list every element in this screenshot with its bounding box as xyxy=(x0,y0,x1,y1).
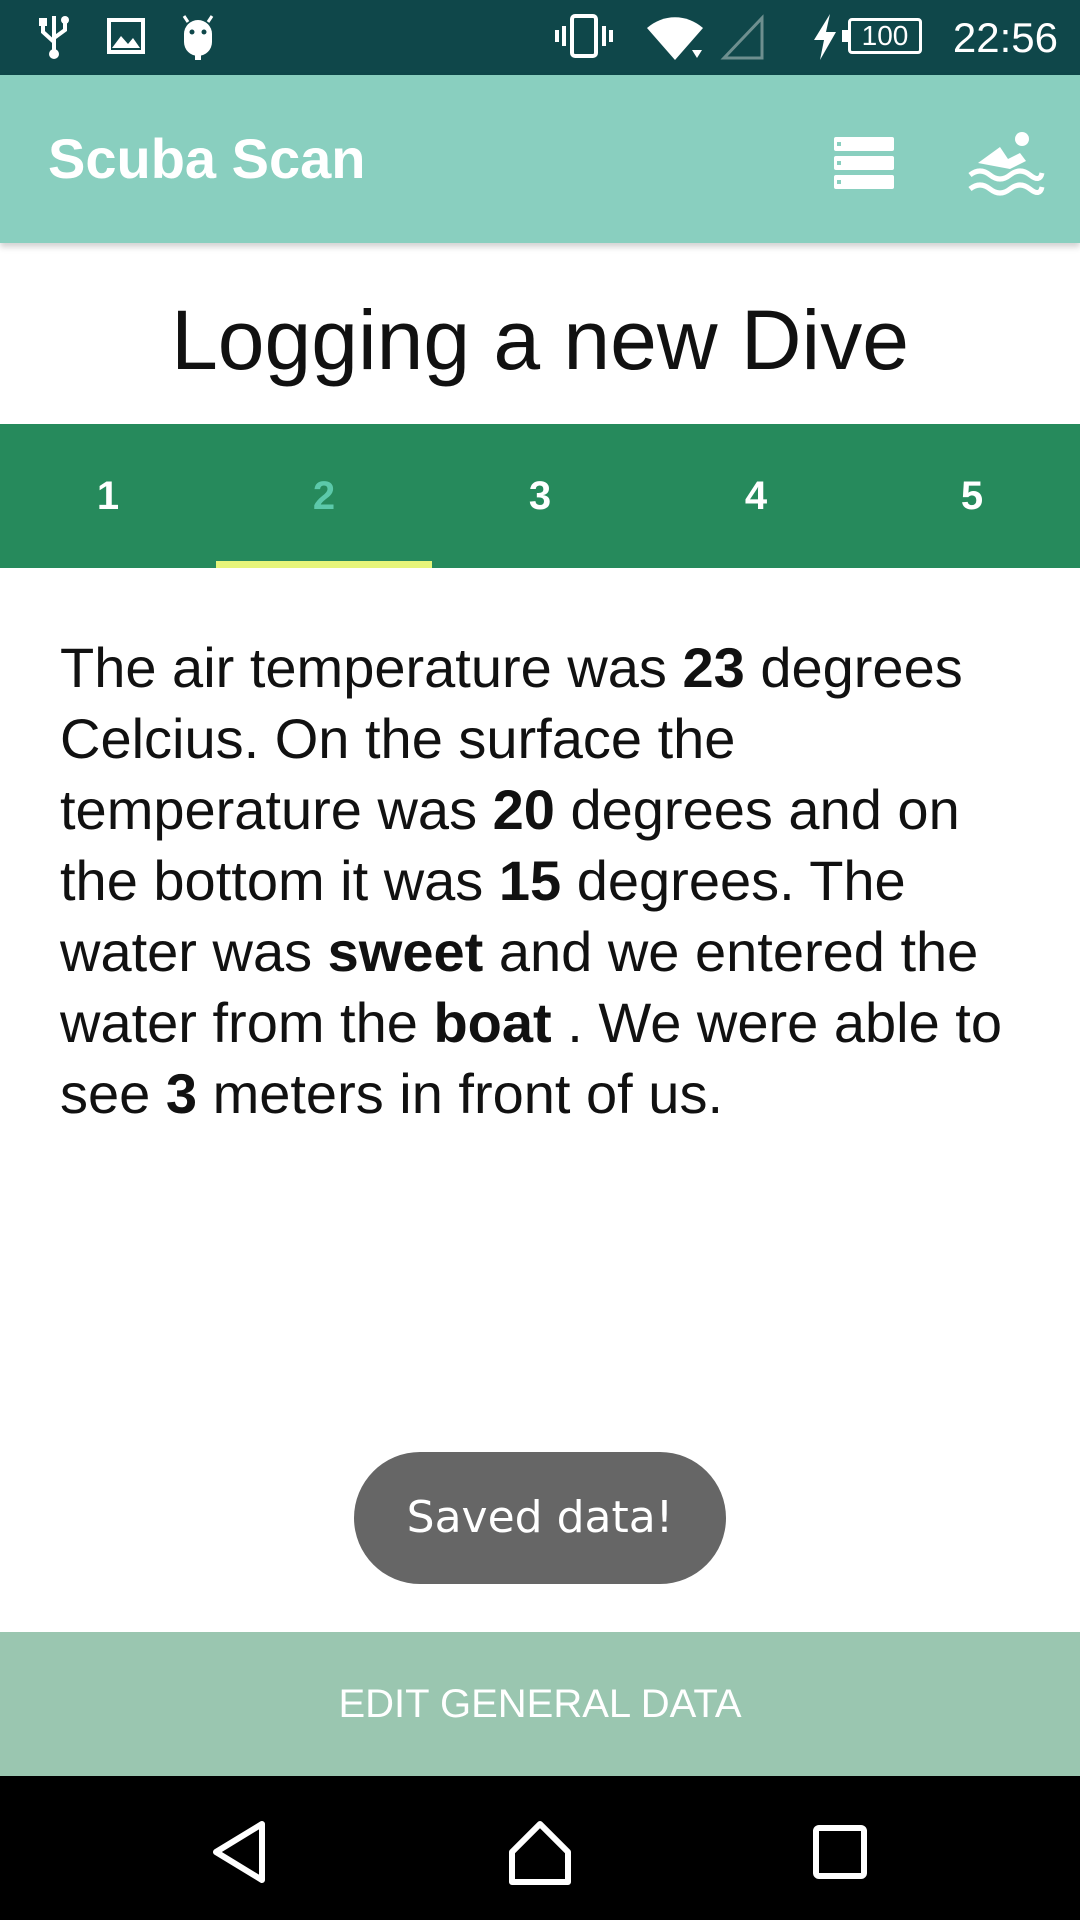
home-icon xyxy=(509,1821,571,1885)
battery-icon: 100 xyxy=(842,18,922,54)
recents-button[interactable] xyxy=(800,1812,880,1892)
tab-step-4[interactable]: 4 xyxy=(648,424,864,568)
page-title: Logging a new Dive xyxy=(171,293,909,387)
app-title: Scuba Scan xyxy=(48,127,366,190)
list-icon xyxy=(834,137,894,189)
saved-toast: Saved data! xyxy=(354,1452,726,1584)
water-type-value: sweet xyxy=(327,920,484,983)
status-time: 22:56 xyxy=(952,14,1058,61)
usb-icon xyxy=(39,16,69,59)
status-bar: 100 22:56 xyxy=(0,0,1080,75)
entry-type-value: boat xyxy=(433,991,552,1054)
visibility-value: 3 xyxy=(165,1062,198,1125)
tab-step-1[interactable]: 1 xyxy=(0,424,216,568)
wifi-icon xyxy=(647,17,703,60)
tab-step-3[interactable]: 3 xyxy=(432,424,648,568)
tab-step-5[interactable]: 5 xyxy=(864,424,1080,568)
step-tabs: 1 2 3 4 5 xyxy=(0,424,1080,568)
vibrate-icon xyxy=(555,14,613,58)
recents-icon xyxy=(813,1825,867,1879)
edit-general-data-button[interactable]: EDIT GENERAL DATA xyxy=(0,1632,1080,1776)
tab-step-2[interactable]: 2 xyxy=(216,424,432,568)
back-icon xyxy=(213,1821,265,1883)
app-bar: Scuba Scan xyxy=(0,75,1080,243)
swimmer-icon xyxy=(968,132,1045,196)
dive-summary: The air temperature was 23 degrees Celci… xyxy=(60,632,1040,1129)
android-icon xyxy=(182,15,214,60)
charging-icon xyxy=(814,14,836,60)
image-icon xyxy=(107,18,145,54)
summary-text: meters in front of us. xyxy=(197,1062,723,1125)
navigation-bar xyxy=(0,1776,1080,1920)
summary-text: The air temperature was xyxy=(60,636,683,699)
air-temperature-value: 23 xyxy=(682,636,745,699)
back-button[interactable] xyxy=(200,1812,280,1892)
bottom-temperature-value: 15 xyxy=(498,849,562,912)
signal-icon xyxy=(720,14,764,60)
list-button[interactable] xyxy=(824,123,904,203)
surface-temperature-value: 20 xyxy=(492,778,555,841)
home-button[interactable] xyxy=(500,1812,580,1892)
swim-button[interactable] xyxy=(966,123,1046,203)
